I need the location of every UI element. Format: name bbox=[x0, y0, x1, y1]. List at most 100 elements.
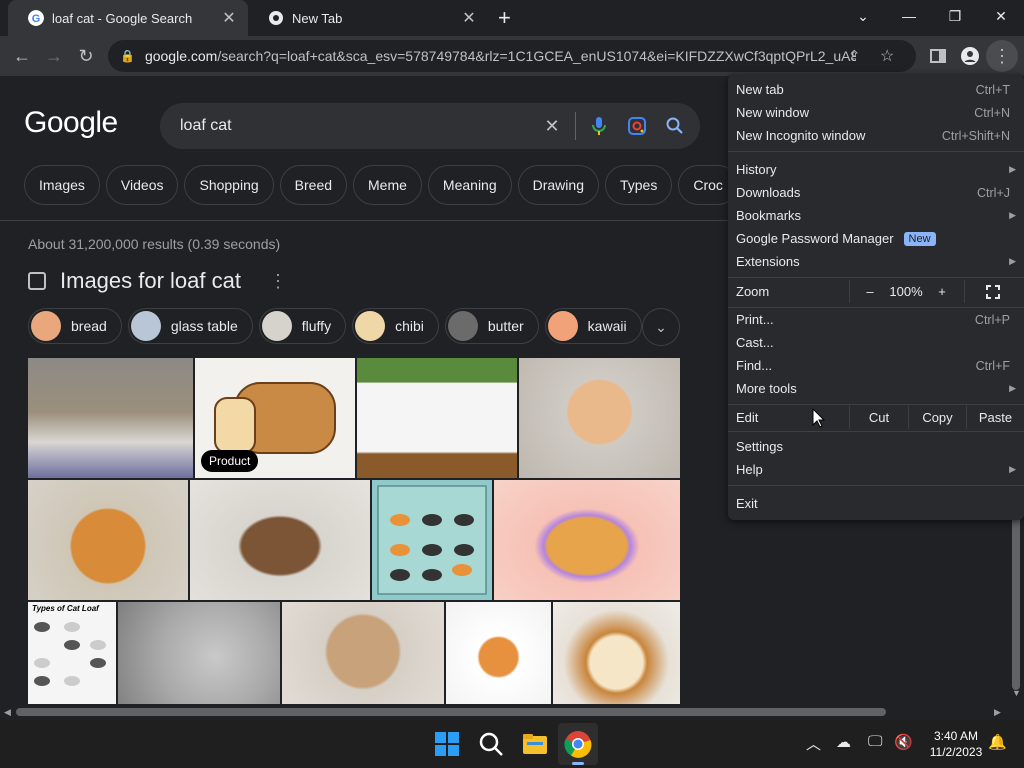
zoom-in-button[interactable]: + bbox=[930, 280, 954, 303]
back-arrow-icon[interactable]: ← bbox=[6, 40, 38, 72]
forward-arrow-icon[interactable]: → bbox=[38, 40, 70, 72]
image-result-fluffy-grey-cat[interactable] bbox=[118, 602, 280, 704]
image-result-tabby-cat[interactable] bbox=[28, 358, 193, 478]
chip-images[interactable]: Images bbox=[24, 165, 100, 205]
chip-videos[interactable]: Videos bbox=[105, 165, 179, 205]
tab-google-search[interactable]: G loaf cat - Google Search ✕ bbox=[8, 0, 248, 36]
scroll-left-icon[interactable]: ◀ bbox=[4, 707, 11, 718]
image-result-ginger-cat[interactable] bbox=[28, 480, 188, 600]
mouse-cursor-icon bbox=[812, 408, 826, 428]
side-panel-icon[interactable] bbox=[922, 40, 954, 72]
menu-shortcut: Ctrl+P bbox=[974, 312, 1010, 327]
chip-types[interactable]: Types bbox=[604, 165, 673, 205]
refine-chip-bread[interactable]: bread bbox=[28, 308, 122, 344]
menu-item-print[interactable]: Print... Ctrl+P bbox=[728, 308, 1024, 331]
menu-shortcut: Ctrl+T bbox=[975, 82, 1010, 97]
network-icon[interactable]: 🖵 bbox=[868, 733, 882, 750]
menu-item-cast[interactable]: Cast... bbox=[728, 331, 1024, 354]
file-explorer-icon[interactable] bbox=[521, 730, 549, 758]
volume-muted-icon[interactable]: 🔇 bbox=[894, 733, 913, 751]
fullscreen-icon[interactable] bbox=[980, 280, 1006, 303]
menu-item-help[interactable]: Help ▶ bbox=[728, 458, 1024, 481]
onedrive-cloud-icon[interactable]: ☁ bbox=[836, 733, 851, 751]
share-icon[interactable]: ⇪ bbox=[848, 47, 861, 65]
zoom-out-button[interactable]: – bbox=[858, 280, 882, 303]
profile-icon[interactable] bbox=[954, 40, 986, 72]
refine-chip-butter[interactable]: butter bbox=[444, 308, 539, 344]
menu-item-settings[interactable]: Settings bbox=[728, 435, 1024, 458]
image-result-kawaii-cat[interactable] bbox=[494, 480, 680, 600]
menu-item-exit[interactable]: Exit bbox=[728, 492, 1024, 515]
zoom-label: Zoom bbox=[736, 284, 770, 299]
tab-search-chevron-icon[interactable]: ⌄ bbox=[840, 0, 886, 32]
image-result-orange-cat-bed[interactable] bbox=[519, 358, 680, 478]
restore-icon[interactable]: ❐ bbox=[932, 0, 978, 32]
taskbar-search-icon[interactable] bbox=[477, 730, 505, 758]
windows-start-icon[interactable] bbox=[433, 730, 461, 758]
bookmark-star-icon[interactable]: ☆ bbox=[880, 46, 894, 66]
taskbar-clock[interactable]: 3:40 AM 11/2/2023 bbox=[916, 728, 996, 760]
search-box[interactable]: loaf cat ✕ bbox=[160, 103, 700, 149]
horizontal-scrollbar[interactable]: ◀ ▶ bbox=[0, 704, 1008, 720]
new-tab-plus-icon[interactable]: + bbox=[498, 5, 511, 31]
search-input[interactable]: loaf cat bbox=[180, 117, 533, 135]
minimize-icon[interactable]: ― bbox=[886, 0, 932, 32]
image-result-bread-cat-sticker[interactable]: Product bbox=[195, 358, 355, 478]
cut-button[interactable]: Cut bbox=[850, 406, 908, 429]
horizontal-scroll-thumb[interactable] bbox=[16, 708, 886, 716]
menu-item-more-tools[interactable]: More tools ▶ bbox=[728, 377, 1024, 400]
close-tab-icon[interactable]: ✕ bbox=[460, 8, 478, 28]
google-logo[interactable]: Google bbox=[24, 106, 118, 140]
menu-item-new-incognito-window[interactable]: New Incognito window Ctrl+Shift+N bbox=[728, 124, 1024, 147]
lens-camera-icon[interactable] bbox=[618, 107, 656, 145]
notification-bell-icon[interactable]: 🔔 bbox=[988, 733, 1007, 751]
new-badge: New bbox=[903, 231, 936, 246]
image-result-cat-loaf-chart[interactable] bbox=[372, 480, 492, 600]
menu-item-bookmarks[interactable]: Bookmarks ▶ bbox=[728, 204, 1024, 227]
chip-thumbnail bbox=[355, 311, 386, 341]
paste-button[interactable]: Paste bbox=[967, 406, 1024, 429]
image-result-bread-cat-plush[interactable] bbox=[553, 602, 680, 704]
image-result-cream-cat[interactable] bbox=[282, 602, 444, 704]
image-result-brown-cat-bed[interactable] bbox=[190, 480, 370, 600]
image-result-loaf-plush-dome[interactable] bbox=[446, 602, 551, 704]
images-heading-title[interactable]: Images for loaf cat bbox=[60, 268, 241, 294]
menu-item-history[interactable]: History ▶ bbox=[728, 158, 1024, 181]
menu-item-find[interactable]: Find... Ctrl+F bbox=[728, 354, 1024, 377]
refine-chip-kawaii[interactable]: kawaii bbox=[544, 308, 642, 344]
chip-meme[interactable]: Meme bbox=[353, 165, 422, 205]
close-tab-icon[interactable]: ✕ bbox=[220, 8, 238, 28]
menu-label: Bookmarks bbox=[736, 208, 802, 223]
address-bar[interactable]: 🔒 google.com/search?q=loaf+cat&sca_esv=5… bbox=[108, 40, 916, 72]
chip-breed[interactable]: Breed bbox=[279, 165, 348, 205]
chip-shopping[interactable]: Shopping bbox=[184, 165, 274, 205]
refine-chip-glass-table[interactable]: glass table bbox=[127, 308, 253, 344]
menu-item-new-tab[interactable]: New tab Ctrl+T bbox=[728, 78, 1024, 101]
more-options-icon[interactable]: ⋮ bbox=[269, 271, 287, 292]
tray-overflow-chevron-icon[interactable]: ︿ bbox=[806, 733, 821, 754]
menu-item-downloads[interactable]: Downloads Ctrl+J bbox=[728, 181, 1024, 204]
expand-chips-chevron-icon[interactable]: ⌄ bbox=[642, 308, 680, 346]
menu-item-new-window[interactable]: New window Ctrl+N bbox=[728, 101, 1024, 124]
refine-chip-fluffy[interactable]: fluffy bbox=[258, 308, 347, 344]
refine-chip-chibi[interactable]: chibi bbox=[352, 308, 439, 344]
clear-search-icon[interactable]: ✕ bbox=[533, 107, 571, 145]
voice-search-mic-icon[interactable] bbox=[580, 107, 618, 145]
reload-icon[interactable]: ↻ bbox=[70, 40, 102, 72]
scroll-right-icon[interactable]: ▶ bbox=[994, 707, 1001, 718]
copy-button[interactable]: Copy bbox=[909, 406, 966, 429]
lock-icon[interactable]: 🔒 bbox=[120, 49, 135, 63]
menu-item-extensions[interactable]: Extensions ▶ bbox=[728, 250, 1024, 273]
search-magnifier-icon[interactable] bbox=[656, 107, 694, 145]
chrome-taskbar-button[interactable] bbox=[558, 723, 598, 765]
tab-new-tab[interactable]: New Tab ✕ bbox=[248, 0, 488, 36]
tab-title: New Tab bbox=[292, 10, 343, 26]
image-result-white-black-cat[interactable] bbox=[357, 358, 517, 478]
chrome-menu-kebab-icon[interactable]: ⋮ bbox=[986, 40, 1018, 72]
menu-item-password-manager[interactable]: Google Password Manager New bbox=[728, 227, 1024, 250]
chip-meaning[interactable]: Meaning bbox=[427, 165, 512, 205]
close-window-icon[interactable]: ✕ bbox=[978, 0, 1024, 32]
image-result-types-of-cat-loaf[interactable]: Types of Cat Loaf bbox=[28, 602, 116, 704]
chip-drawing[interactable]: Drawing bbox=[517, 165, 599, 205]
scroll-down-icon[interactable]: ▼ bbox=[1012, 688, 1021, 698]
